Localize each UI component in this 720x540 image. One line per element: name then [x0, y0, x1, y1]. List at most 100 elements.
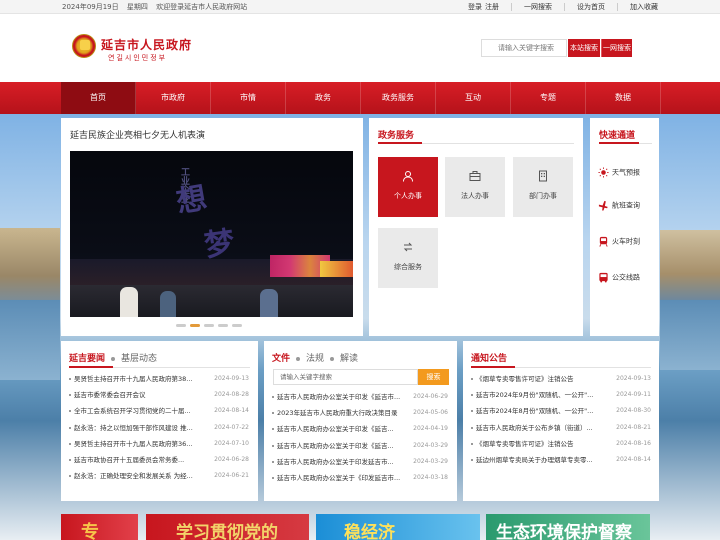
list-item[interactable]: 延吉市委常委会召开会议 2024-08-28: [69, 387, 249, 403]
nav-topics[interactable]: 专题: [511, 82, 586, 114]
divider: [564, 3, 565, 11]
topic-banner-stable-economy[interactable]: 稳经济: [316, 514, 480, 540]
weather-label: 天气预报: [612, 168, 640, 177]
tab-regulations[interactable]: 法规: [306, 354, 324, 364]
top-utility-bar: 2024年09月19日 星期四 欢迎登录延吉市人民政府网站 登录 注册 一网搜索 设为…: [0, 0, 720, 14]
exchange-icon: [403, 242, 413, 252]
weather-link[interactable]: 天气预报: [598, 167, 640, 178]
nav-home[interactable]: 首页: [61, 82, 136, 114]
news-title: 吴贤哲主持召开市十九届人民政府第36...: [74, 439, 193, 448]
notice-date: 2024-08-30: [616, 407, 651, 415]
nav-city-profile[interactable]: 市情: [211, 82, 286, 114]
list-item[interactable]: 赵永浩：持之以恒加强干部作风建设 推... 2024-07-22: [69, 420, 249, 436]
tab-interpretation[interactable]: 解读: [340, 354, 358, 364]
topbar-links: 登录 注册 一网搜索 设为首页 加入收藏: [456, 2, 658, 12]
tab-yanji-news[interactable]: 延吉要闻: [69, 354, 105, 364]
site-search-input[interactable]: 请输入关键字搜索: [481, 39, 567, 57]
list-item[interactable]: 延吉市2024年9月份"双随机、一公开"... 2024-09-11: [471, 387, 651, 403]
document-search-button[interactable]: 搜索: [418, 369, 449, 385]
nav-data[interactable]: 数据: [586, 82, 661, 114]
list-item[interactable]: 延吉市人民政府办公室关于印发延吉市... 2024-03-29: [272, 454, 448, 470]
banner-text: 学习贯彻党的: [176, 523, 278, 540]
crowd-silhouette: [70, 285, 353, 317]
nav-interaction[interactable]: 互动: [436, 82, 511, 114]
banner-text: 稳经济: [344, 523, 395, 540]
tile-label: 个人办事: [394, 192, 422, 200]
topic-banner-party-study[interactable]: 学习贯彻党的: [146, 514, 309, 540]
site-header: 延吉市人民政府 연길시인민정부 请输入关键字搜索 本站搜索 一网搜索: [0, 14, 720, 82]
nav-government-services[interactable]: 政务服务: [361, 82, 436, 114]
section-divider: [69, 366, 250, 368]
document-date: 2024-03-29: [413, 457, 448, 465]
carousel-dot[interactable]: [232, 324, 242, 327]
web-search-button[interactable]: 一网搜索: [601, 39, 632, 57]
featured-photo[interactable]: 工业企业 想 梦: [70, 151, 353, 317]
set-homepage-link[interactable]: 设为首页: [577, 3, 605, 11]
news-date: 2024-07-22: [214, 423, 249, 431]
carousel-dot[interactable]: [218, 324, 228, 327]
list-item[interactable]: 吴贤哲主持召开市十九届人民政府第36... 2024-07-10: [69, 436, 249, 452]
register-link[interactable]: 注册: [485, 3, 499, 11]
sun-icon: [598, 167, 609, 178]
list-item[interactable]: 赵永浩：正确处理安全和发展关系 为经... 2024-06-21: [69, 468, 249, 484]
list-item[interactable]: 延吉市2024年8月份"双随机、一公开"... 2024-08-30: [471, 403, 651, 419]
list-item[interactable]: 延吉市人民政府办公室关于印发《延吉... 2024-04-19: [272, 421, 448, 437]
train-label: 火车时刻: [612, 237, 640, 246]
list-item[interactable]: 延吉市人民政府关于公布乡镇（街道）... 2024-08-21: [471, 420, 651, 436]
flight-link[interactable]: 航班查询: [598, 200, 640, 211]
topbar-left: 2024年09月19日 星期四 欢迎登录延吉市人民政府网站: [62, 2, 253, 12]
tile-label: 综合服务: [394, 263, 422, 271]
tab-grassroots-news[interactable]: 基层动态: [121, 354, 157, 364]
site-search-button[interactable]: 本站搜索: [568, 39, 600, 57]
document-date: 2024-06-29: [413, 393, 448, 400]
topic-banner-eco-inspection[interactable]: 生态环境保护督察: [486, 514, 650, 540]
list-item[interactable]: 2023年延吉市人民政府重大行政决策目录 2024-05-06: [272, 405, 448, 421]
train-link[interactable]: 火车时刻: [598, 236, 640, 247]
notice-title: 《烟草专卖零售许可证》注销公告: [476, 375, 574, 383]
featured-headline[interactable]: 延吉民族企业亮相七夕无人机表演: [70, 128, 205, 141]
login-link[interactable]: 登录: [468, 3, 482, 11]
documents-panel: 文件 法规 解读 请输入关键字搜索 搜索 延吉市人民政府办公室关于印发《延吉市...…: [264, 341, 457, 501]
site-title[interactable]: 延吉市人民政府: [101, 36, 192, 53]
list-item[interactable]: 吴贤哲主持召开市十九届人民政府第38... 2024-09-13: [69, 371, 249, 387]
flight-label: 航班查询: [612, 201, 640, 210]
department-affairs-tile[interactable]: 部门办事: [513, 157, 573, 217]
document-date: 2024-03-29: [413, 441, 448, 449]
list-item[interactable]: 延吉市人民政府办公室关于印发《延吉... 2024-03-29: [272, 438, 448, 454]
list-item[interactable]: 延吉市政协召开十五届委员会常务委... 2024-06-28: [69, 452, 249, 468]
nav-government-affairs[interactable]: 政务: [286, 82, 361, 114]
bus-link[interactable]: 公交线路: [598, 272, 640, 283]
list-item[interactable]: 延吉市人民政府办公室关于印发《延吉市... 2024-06-29: [272, 389, 448, 405]
news-title: 延吉市委常委会召开会议: [74, 391, 146, 400]
corporate-affairs-tile[interactable]: 法人办事: [445, 157, 505, 217]
carousel-dot-active[interactable]: [190, 324, 200, 327]
add-bookmark-link[interactable]: 加入收藏: [630, 3, 658, 11]
notice-date: 2024-08-14: [616, 455, 651, 463]
document-title: 延吉市人民政府办公室关于印发延吉市...: [277, 457, 394, 466]
comprehensive-services-tile[interactable]: 综合服务: [378, 228, 438, 288]
tab-notices[interactable]: 通知公告: [471, 354, 507, 364]
carousel-dot[interactable]: [204, 324, 214, 327]
one-search-link[interactable]: 一网搜索: [524, 3, 552, 11]
nav-city-government[interactable]: 市政府: [136, 82, 211, 114]
featured-news-panel: 延吉民族企业亮相七夕无人机表演 工业企业 想 梦: [61, 118, 363, 336]
notice-date: 2024-09-13: [616, 375, 651, 382]
document-search-input[interactable]: 请输入关键字搜索: [273, 369, 418, 385]
bus-icon: [599, 272, 608, 283]
list-item[interactable]: 《烟草专卖零售许可证》注销公告 2024-08-16: [471, 436, 651, 452]
carousel-dots: [176, 324, 246, 327]
list-item[interactable]: 延边州烟草专卖局关于办理烟草专卖零... 2024-08-14: [471, 452, 651, 468]
notices-panel: 通知公告 《烟草专卖零售许可证》注销公告 2024-09-13 延吉市2024年9…: [463, 341, 659, 501]
river-right: [660, 300, 720, 370]
carousel-dot[interactable]: [176, 324, 186, 327]
list-item[interactable]: 《烟草专卖零售许可证》注销公告 2024-09-13: [471, 371, 651, 387]
tab-documents[interactable]: 文件: [272, 354, 290, 364]
topic-banner-special[interactable]: 专: [61, 514, 138, 540]
list-item[interactable]: 全市工会系统召开学习贯彻党的二十届... 2024-08-14: [69, 403, 249, 419]
document-list: 延吉市人民政府办公室关于印发《延吉市... 2024-06-29 2023年延吉市…: [272, 389, 448, 486]
personal-affairs-tile[interactable]: 个人办事: [378, 157, 438, 217]
news-date: 2024-08-28: [214, 391, 249, 399]
quick-access-panel: 快速通道 天气预报 航班查询 火车时刻 公交线路: [590, 118, 659, 336]
notice-list: 《烟草专卖零售许可证》注销公告 2024-09-13 延吉市2024年9月份"双随…: [471, 371, 651, 468]
list-item[interactable]: 延吉市人民政府办公室关于《印发延吉市... 2024-03-18: [272, 470, 448, 486]
